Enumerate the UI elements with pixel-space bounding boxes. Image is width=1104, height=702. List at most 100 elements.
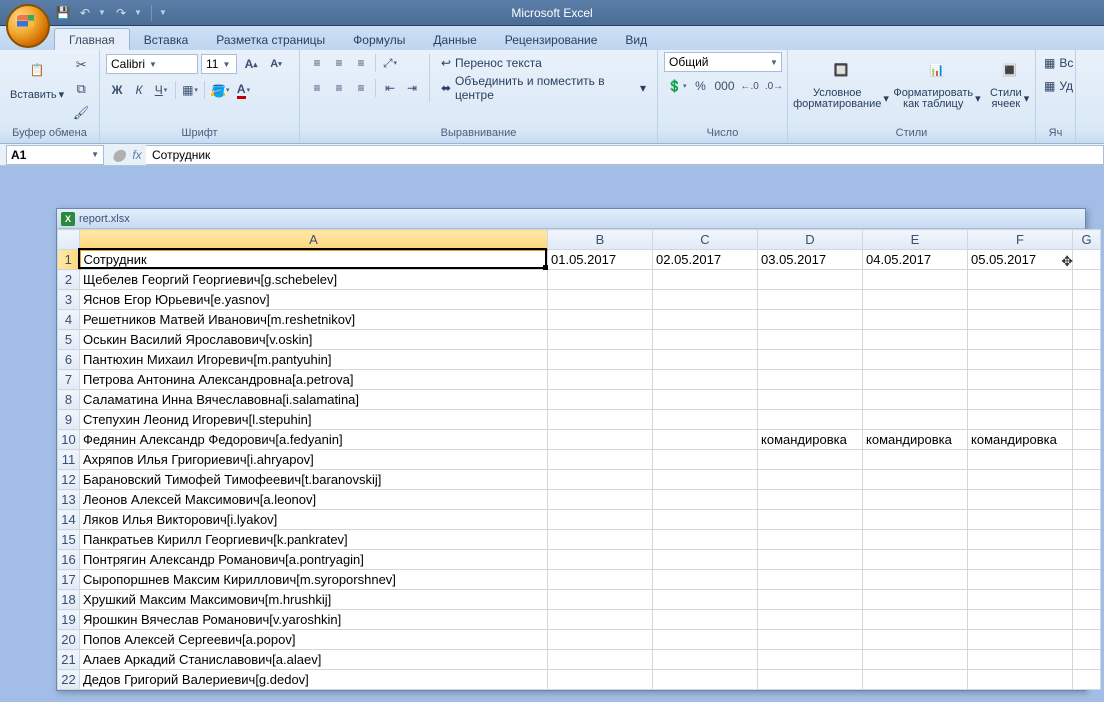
cell[interactable]	[863, 510, 968, 530]
row-header[interactable]: 11	[58, 450, 80, 470]
column-header[interactable]: B	[548, 230, 653, 250]
ribbon-tab-3[interactable]: Формулы	[339, 29, 419, 50]
cell[interactable]	[1073, 350, 1101, 370]
cell[interactable]: Оськин Василий Ярославович[v.oskin]	[80, 330, 548, 350]
cell[interactable]	[1073, 510, 1101, 530]
cell[interactable]	[1073, 670, 1101, 690]
redo-dropdown-icon[interactable]: ▼	[134, 8, 144, 17]
cell[interactable]	[968, 270, 1073, 290]
cell[interactable]	[1073, 490, 1101, 510]
column-header[interactable]: F	[968, 230, 1073, 250]
cell[interactable]	[968, 330, 1073, 350]
accounting-format-button[interactable]: 💲▾	[664, 75, 689, 97]
cell[interactable]	[863, 650, 968, 670]
row-header[interactable]: 9	[58, 410, 80, 430]
chevron-down-icon[interactable]: ▼	[769, 58, 779, 67]
decrease-decimal-button[interactable]: .0→	[762, 75, 786, 97]
ribbon-tab-4[interactable]: Данные	[419, 29, 490, 50]
cell[interactable]: 05.05.2017	[968, 250, 1073, 270]
cell[interactable]: 01.05.2017	[548, 250, 653, 270]
cell[interactable]: Петрова Антонина Александровна[a.petrova…	[80, 370, 548, 390]
cell[interactable]	[548, 270, 653, 290]
percent-format-button[interactable]: %	[689, 75, 711, 97]
cell[interactable]	[863, 450, 968, 470]
cell[interactable]: 03.05.2017	[758, 250, 863, 270]
cell[interactable]	[863, 470, 968, 490]
delete-cells-button[interactable]: ▦ Уд	[1042, 75, 1075, 97]
align-center-button[interactable]: ≡	[328, 77, 350, 99]
cell[interactable]	[1073, 630, 1101, 650]
copy-button[interactable]: ⧉	[70, 78, 92, 100]
chevron-down-icon[interactable]: ▼	[221, 60, 231, 69]
cell[interactable]	[1073, 590, 1101, 610]
cell[interactable]	[863, 670, 968, 690]
cell[interactable]	[1073, 650, 1101, 670]
cell[interactable]	[968, 450, 1073, 470]
cell[interactable]: Ахряпов Илья Григориевич[i.ahryapov]	[80, 450, 548, 470]
cell[interactable]	[653, 590, 758, 610]
cell[interactable]	[1073, 370, 1101, 390]
cell[interactable]	[653, 530, 758, 550]
cell[interactable]	[968, 610, 1073, 630]
font-color-button[interactable]: A▾	[233, 79, 255, 101]
cell[interactable]	[653, 490, 758, 510]
row-header[interactable]: 12	[58, 470, 80, 490]
cell[interactable]	[653, 510, 758, 530]
cell[interactable]	[863, 270, 968, 290]
cell[interactable]: Степухин Леонид Игоревич[l.stepuhin]	[80, 410, 548, 430]
cell[interactable]	[968, 530, 1073, 550]
cell[interactable]	[758, 470, 863, 490]
cell[interactable]	[548, 590, 653, 610]
chevron-down-icon[interactable]: ▼	[91, 150, 99, 159]
cell[interactable]: командировка	[968, 430, 1073, 450]
ribbon-tab-5[interactable]: Рецензирование	[491, 29, 612, 50]
grow-font-button[interactable]: A▴	[240, 53, 262, 75]
cell[interactable]	[548, 390, 653, 410]
chevron-down-icon[interactable]: ▼	[148, 60, 158, 69]
fill-color-button[interactable]: 🪣▾	[208, 79, 233, 101]
cell[interactable]	[758, 490, 863, 510]
row-header[interactable]: 14	[58, 510, 80, 530]
cell[interactable]	[968, 670, 1073, 690]
cell[interactable]	[758, 410, 863, 430]
cell[interactable]	[758, 570, 863, 590]
cell[interactable]	[863, 590, 968, 610]
underline-button[interactable]: Ч▾	[150, 79, 172, 101]
cell[interactable]	[758, 310, 863, 330]
cancel-formula-button[interactable]: ⬤	[110, 146, 128, 164]
cell-styles-button[interactable]: 🔳 Стили ячеек▾	[986, 52, 1033, 112]
cell[interactable]	[968, 510, 1073, 530]
cell[interactable]: командировка	[758, 430, 863, 450]
cell[interactable]	[653, 350, 758, 370]
save-icon[interactable]: 💾	[54, 4, 72, 22]
merge-center-button[interactable]: ⬌Объединить и поместить в центре▾	[436, 77, 651, 99]
cell[interactable]	[548, 430, 653, 450]
cell[interactable]	[758, 290, 863, 310]
select-all-corner[interactable]	[58, 230, 80, 250]
cell[interactable]	[653, 270, 758, 290]
redo-icon[interactable]: ↷	[112, 4, 130, 22]
cell[interactable]	[653, 450, 758, 470]
undo-icon[interactable]: ↶	[76, 4, 94, 22]
cell[interactable]	[548, 310, 653, 330]
cell[interactable]: Яснов Егор Юрьевич[e.yasnov]	[80, 290, 548, 310]
cell[interactable]	[863, 390, 968, 410]
cell[interactable]	[653, 390, 758, 410]
cell[interactable]	[653, 310, 758, 330]
cell[interactable]	[548, 610, 653, 630]
cell[interactable]	[968, 310, 1073, 330]
row-header[interactable]: 1	[58, 250, 80, 270]
orientation-button[interactable]: ⤢▾	[379, 52, 401, 74]
row-header[interactable]: 3	[58, 290, 80, 310]
row-header[interactable]: 2	[58, 270, 80, 290]
cell[interactable]	[653, 650, 758, 670]
cell[interactable]	[968, 630, 1073, 650]
column-header[interactable]: A	[80, 230, 548, 250]
cell[interactable]	[758, 270, 863, 290]
fx-icon[interactable]: fx	[128, 146, 146, 164]
cell[interactable]	[548, 550, 653, 570]
cell[interactable]: Решетников Матвей Иванович[m.reshetnikov…	[80, 310, 548, 330]
cell[interactable]	[1073, 450, 1101, 470]
cell[interactable]	[863, 350, 968, 370]
cell[interactable]	[863, 630, 968, 650]
